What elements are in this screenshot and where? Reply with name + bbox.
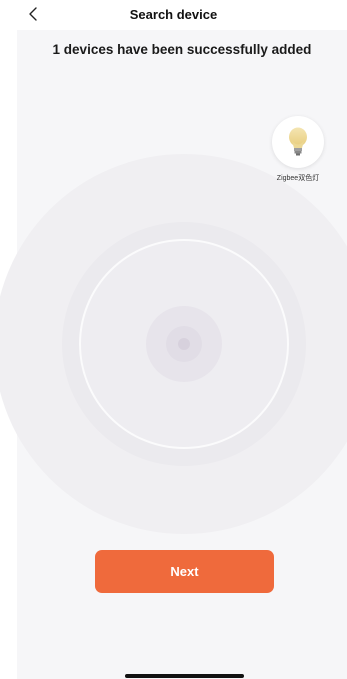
home-indicator: [125, 674, 244, 678]
next-button[interactable]: Next: [95, 550, 274, 593]
device-icon-circle: [272, 116, 324, 168]
navigation-bar: Search device: [0, 0, 347, 30]
screen: Search device 1 devices have been succes…: [0, 0, 347, 679]
success-message: 1 devices have been successfully added: [52, 42, 312, 57]
page-title: Search device: [129, 7, 218, 22]
device-name: Zigbee双色灯: [276, 175, 320, 182]
device-item[interactable]: Zigbee双色灯: [270, 116, 326, 183]
light-bulb-icon: [289, 127, 307, 156]
